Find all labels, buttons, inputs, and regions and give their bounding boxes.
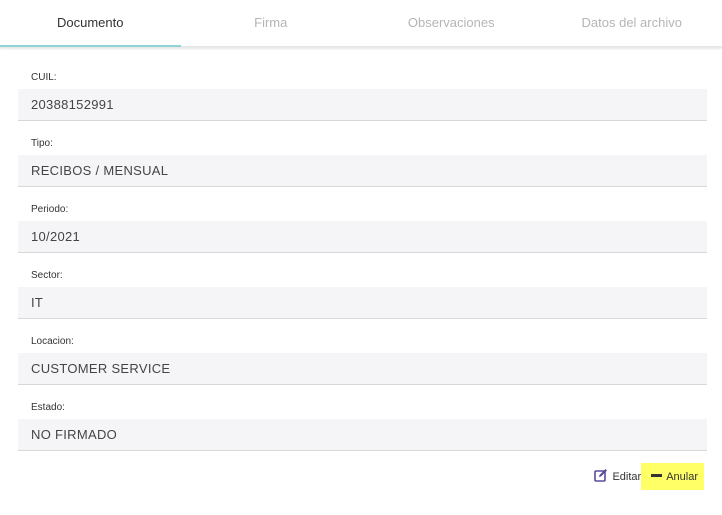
edit-button-label: Editar bbox=[612, 470, 642, 483]
field-cuil: CUIL: 20388152991 bbox=[18, 68, 707, 134]
tab-documento[interactable]: Documento bbox=[0, 0, 181, 47]
field-label-locacion: Locacion: bbox=[31, 336, 74, 347]
edit-icon bbox=[594, 468, 608, 485]
tab-observaciones[interactable]: Observaciones bbox=[361, 0, 542, 46]
field-value-sector: IT bbox=[18, 287, 707, 319]
field-value-periodo: 10/2021 bbox=[18, 221, 707, 253]
edit-button[interactable]: Editar bbox=[594, 463, 641, 490]
field-label-tipo: Tipo: bbox=[31, 138, 53, 149]
field-value-estado: NO FIRMADO bbox=[18, 419, 707, 451]
field-label-periodo: Periodo: bbox=[31, 204, 69, 215]
tab-datos-del-archivo[interactable]: Datos del archivo bbox=[542, 0, 722, 46]
tab-bar: Documento Firma Observaciones Datos del … bbox=[0, 0, 722, 47]
document-form: CUIL: 20388152991 Tipo: RECIBOS / MENSUA… bbox=[18, 68, 707, 464]
field-value-tipo: RECIBOS / MENSUAL bbox=[18, 155, 707, 187]
tab-firma[interactable]: Firma bbox=[181, 0, 362, 46]
field-label-cuil: CUIL: bbox=[31, 72, 57, 83]
field-sector: Sector: IT bbox=[18, 266, 707, 332]
field-label-estado: Estado: bbox=[31, 402, 65, 413]
minus-icon bbox=[651, 470, 663, 484]
field-estado: Estado: NO FIRMADO bbox=[18, 398, 707, 464]
field-locacion: Locacion: CUSTOMER SERVICE bbox=[18, 332, 707, 398]
anular-button[interactable]: Anular bbox=[641, 463, 704, 490]
document-panel: Documento Firma Observaciones Datos del … bbox=[0, 0, 722, 515]
field-value-cuil: 20388152991 bbox=[18, 89, 707, 121]
anular-button-label: Anular bbox=[666, 470, 698, 483]
field-value-locacion: CUSTOMER SERVICE bbox=[18, 353, 707, 385]
field-tipo: Tipo: RECIBOS / MENSUAL bbox=[18, 134, 707, 200]
field-periodo: Periodo: 10/2021 bbox=[18, 200, 707, 266]
field-label-sector: Sector: bbox=[31, 270, 63, 281]
action-bar: Editar Anular bbox=[594, 463, 704, 490]
